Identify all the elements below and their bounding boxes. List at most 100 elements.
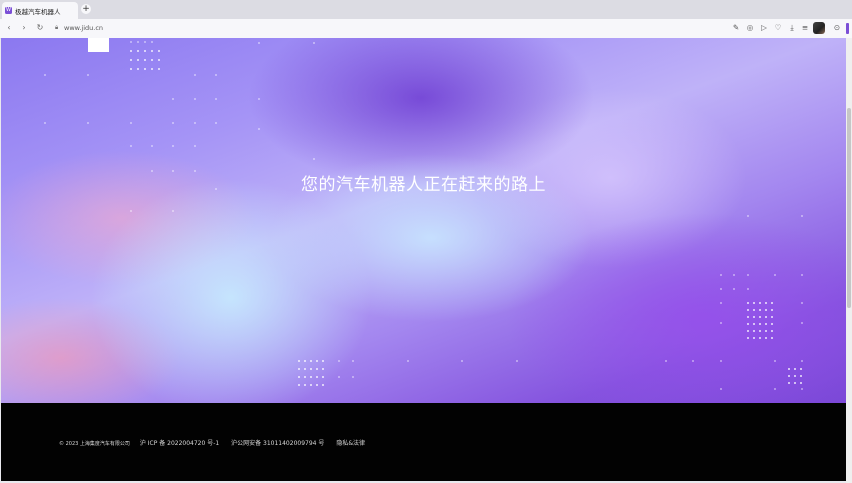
web-page: 您的汽车机器人正在赶来的路上 © 2023 上海集度汽车有限公司 沪 ICP 备… xyxy=(1,38,846,481)
hero-decor-dot xyxy=(215,122,217,124)
lock-icon[interactable]: 🔒︎ xyxy=(55,24,58,32)
hero-decor-dot xyxy=(794,382,796,384)
hero-decor-dot xyxy=(516,360,518,362)
hero-decor-dot xyxy=(765,316,767,318)
tab-title: 极越汽车机器人 xyxy=(15,7,61,16)
hero-decor-dot xyxy=(747,302,749,304)
hero-decor-dot xyxy=(771,330,773,332)
hero-decor-dot xyxy=(774,388,776,390)
hero-decor-dot xyxy=(747,316,749,318)
hero-decor-dot xyxy=(144,50,146,52)
browser-toolbar: ‹ › ↻ 🔒︎ www.jidu.cn ✎ ◎ ▷ ♡ ⤓ ≡ ⊙ xyxy=(0,19,852,39)
hero-decor-dot xyxy=(215,98,217,100)
hero-decor-dot xyxy=(144,68,146,70)
tab-strip: W 极越汽车机器人 + xyxy=(0,0,852,19)
hero-decor-dot xyxy=(44,74,46,76)
hero-decor-dot xyxy=(407,360,409,362)
hero-decor-dot xyxy=(137,41,139,43)
hero-decor-dot xyxy=(771,323,773,325)
hero-decor-dot xyxy=(753,302,755,304)
hero-decor-dot xyxy=(788,382,790,384)
sidebar-toggle-icon[interactable] xyxy=(846,23,849,34)
hero-decor-dot xyxy=(87,122,89,124)
hero-decor-dot xyxy=(194,122,196,124)
hero-headline: 您的汽车机器人正在赶来的路上 xyxy=(301,175,546,195)
hero-decor-dot xyxy=(771,309,773,311)
hero-decor-dot xyxy=(194,170,196,172)
hero-decor-dot xyxy=(310,384,312,386)
hero-decor-dot xyxy=(720,322,722,324)
hero-decor-dot xyxy=(310,376,312,378)
hero-decor-dot xyxy=(692,360,694,362)
hero-decor-dot xyxy=(753,323,755,325)
browser-window: W 极越汽车机器人 + ‹ › ↻ 🔒︎ www.jidu.cn ✎ ◎ ▷ ♡… xyxy=(0,0,852,483)
hero-decor-dot xyxy=(794,368,796,370)
hero-decor-dot xyxy=(151,41,153,43)
hero-decor-dot xyxy=(151,170,153,172)
back-arrow-icon[interactable]: ‹ xyxy=(4,23,14,33)
browser-tab[interactable]: W 极越汽车机器人 xyxy=(2,2,78,19)
hero-decor-dot xyxy=(801,274,803,276)
hero-decor-dot xyxy=(130,41,132,43)
hero-decor-dot xyxy=(151,59,153,61)
hero-decor-dot xyxy=(151,145,153,147)
footer-police-record-link[interactable]: 沪公网安备 31011402009794 号 xyxy=(231,440,324,447)
hero-decor-dot xyxy=(194,145,196,147)
hero-decor-dot xyxy=(137,50,139,52)
hero-decor-dot xyxy=(215,74,217,76)
download-icon[interactable]: ⤓ xyxy=(787,23,797,33)
hero-decor-dot xyxy=(258,42,260,44)
hero-decor-dot xyxy=(158,68,160,70)
hero-decor-dot xyxy=(788,375,790,377)
hero-decor-dot xyxy=(800,368,802,370)
hero-decor-dot xyxy=(316,368,318,370)
hero-decor-dot xyxy=(298,376,300,378)
hero-decor-dot xyxy=(304,384,306,386)
hero-decor-dot xyxy=(765,302,767,304)
hero-decor-dot xyxy=(172,145,174,147)
address-bar-url[interactable]: www.jidu.cn xyxy=(64,24,103,32)
hero-decor-dot xyxy=(158,50,160,52)
avatar[interactable] xyxy=(813,22,825,34)
hero-decor-dot xyxy=(753,316,755,318)
footer-copyright: © 2023 上海集度汽车有限公司 xyxy=(59,441,130,447)
hero-decor-dot xyxy=(322,384,324,386)
hero-decor-dot xyxy=(720,388,722,390)
hero-decor-dot xyxy=(322,360,324,362)
hero-decor-dot xyxy=(172,98,174,100)
extension-icon[interactable]: ⊙ xyxy=(832,23,842,33)
screenshot-icon[interactable]: ◎ xyxy=(745,23,755,33)
forward-arrow-icon[interactable]: › xyxy=(19,23,29,33)
hero-decor-dot xyxy=(338,360,340,362)
hero-decor-dot xyxy=(747,337,749,339)
hero-decor-dot xyxy=(310,360,312,362)
hero-decor-dot xyxy=(144,59,146,61)
hero-decor-dot xyxy=(298,384,300,386)
heart-icon[interactable]: ♡ xyxy=(773,23,783,33)
reload-icon[interactable]: ↻ xyxy=(35,23,45,33)
hero-decor-dot xyxy=(298,360,300,362)
hero-decor-dot xyxy=(298,368,300,370)
page-scrollbar[interactable] xyxy=(846,38,852,483)
footer-privacy-link[interactable]: 隐私&法律 xyxy=(336,440,365,447)
hero-decor-dot xyxy=(87,74,89,76)
new-tab-button[interactable]: + xyxy=(81,4,91,14)
edit-icon[interactable]: ✎ xyxy=(731,23,741,33)
hero-decor-square xyxy=(88,38,109,52)
hero-decor-dot xyxy=(801,215,803,217)
hero-decor-dot xyxy=(765,323,767,325)
hero-decor-dot xyxy=(130,68,132,70)
hero-decor-dot xyxy=(753,309,755,311)
hero-decor-dot xyxy=(172,122,174,124)
hero-decor-dot xyxy=(316,376,318,378)
hero-decor-dot xyxy=(801,360,803,362)
hero-decor-dot xyxy=(137,68,139,70)
hero-decor-dot xyxy=(258,128,260,130)
play-icon[interactable]: ▷ xyxy=(759,23,769,33)
hero-decor-dot xyxy=(747,330,749,332)
hero-decor-dot xyxy=(747,215,749,217)
footer-icp-link[interactable]: 沪 ICP 备 2022004720 号-1 xyxy=(140,440,219,447)
scrollbar-thumb[interactable] xyxy=(847,108,851,308)
hero-decor-dot xyxy=(759,316,761,318)
menu-icon[interactable]: ≡ xyxy=(800,23,810,33)
